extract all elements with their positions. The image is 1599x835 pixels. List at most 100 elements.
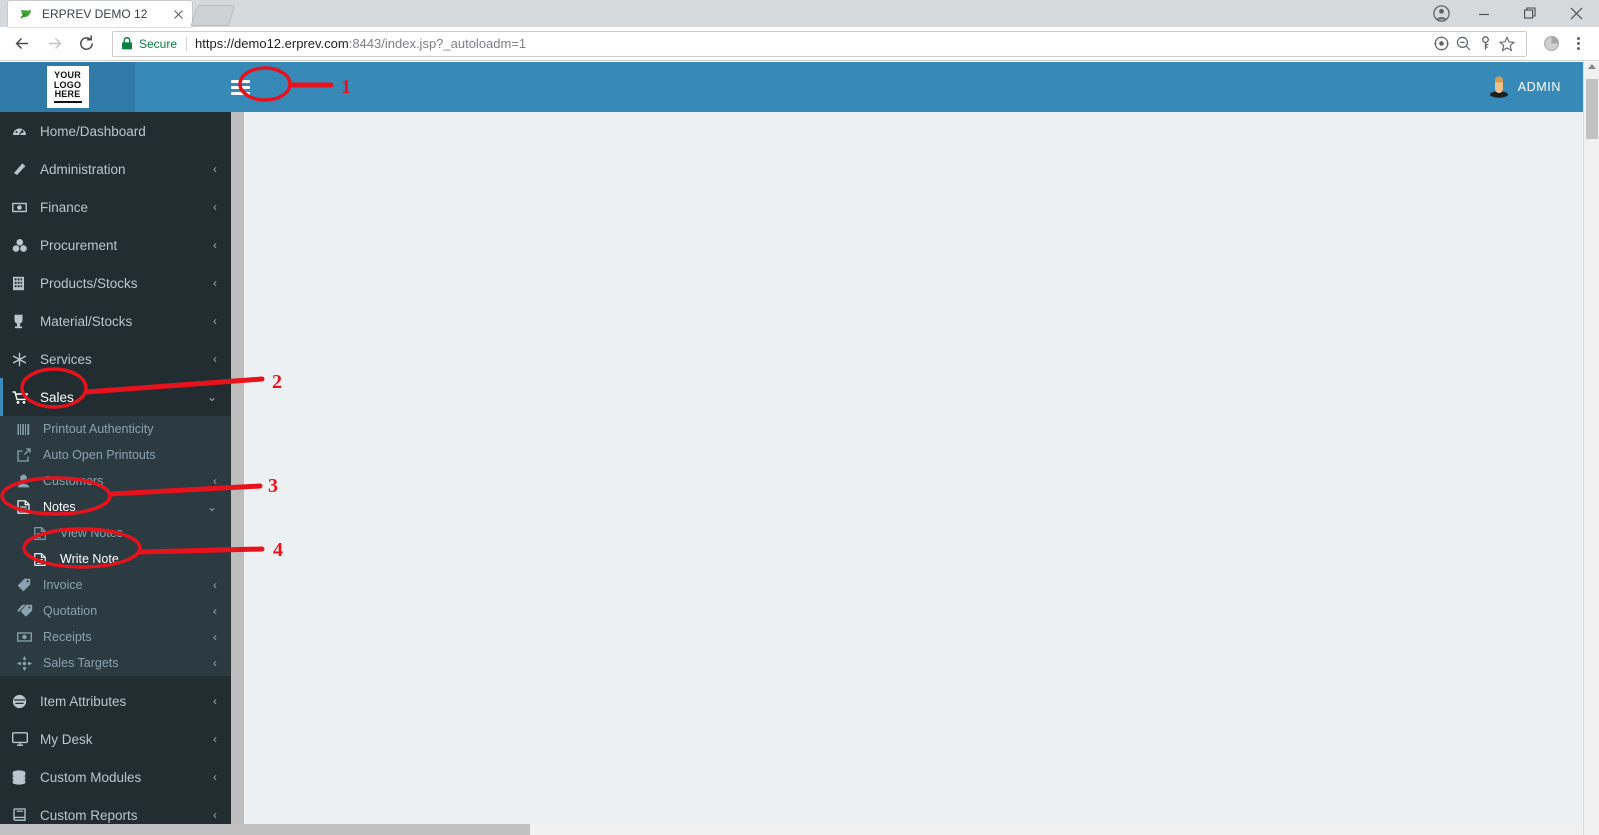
page-horizontal-scrollbar[interactable] xyxy=(0,824,1583,835)
sidebar-item-label: Quotation xyxy=(43,604,98,618)
money-icon xyxy=(17,630,37,644)
cart-icon xyxy=(12,390,34,405)
circle-lines-icon xyxy=(12,694,34,709)
user-icon xyxy=(17,474,37,488)
chevron-icon: ‹ xyxy=(213,474,217,488)
extension-icon[interactable] xyxy=(1537,30,1565,58)
sidebar-item-services[interactable]: Services ‹ xyxy=(0,340,231,378)
database-icon xyxy=(12,769,34,785)
sidebar-item-write-note[interactable]: Write Note xyxy=(0,546,231,572)
main-content-area xyxy=(244,112,1583,827)
sidebar-item-administration[interactable]: Administration ‹ xyxy=(0,150,231,188)
sidebar-item-label: Write Note xyxy=(60,552,119,566)
page-vertical-scrollbar[interactable] xyxy=(1583,62,1599,835)
header-user-area[interactable]: ADMIN xyxy=(1489,76,1561,98)
sidebar-item-label: Home/Dashboard xyxy=(40,123,146,139)
sidebar-item-material-stocks[interactable]: Material/Stocks ‹ xyxy=(0,302,231,340)
new-tab-button[interactable] xyxy=(190,5,236,26)
sidebar-item-home-dashboard[interactable]: Home/Dashboard xyxy=(0,112,231,150)
chevron-down-icon: ⌄ xyxy=(206,390,217,404)
external-link-icon xyxy=(17,448,37,462)
sidebar-item-sales-targets[interactable]: Sales Targets ‹ xyxy=(0,650,231,676)
close-icon[interactable] xyxy=(170,6,186,22)
sidebar-item-label: Customers xyxy=(43,474,104,488)
bookmark-star-icon[interactable] xyxy=(1496,33,1518,55)
page-viewport: YOUR LOGO HERE ADMIN Home/Dashboard Admi… xyxy=(0,62,1599,835)
sidebar-item-label: Administration xyxy=(40,161,126,177)
sidebar-item-label: Custom Modules xyxy=(40,769,142,785)
dashboard-icon xyxy=(12,124,34,139)
sidebar-item-procurement[interactable]: Procurement ‹ xyxy=(0,226,231,264)
chevron-icon: ‹ xyxy=(213,808,217,822)
sidebar-item-printout-authenticity[interactable]: Printout Authenticity xyxy=(0,416,231,442)
tag-icon xyxy=(17,578,37,592)
sidebar-item-finance[interactable]: Finance ‹ xyxy=(0,188,231,226)
sidebar-item-custom-modules[interactable]: Custom Modules ‹ xyxy=(0,758,231,796)
sidebar-scrollbar-thumb[interactable] xyxy=(231,112,244,835)
money-icon xyxy=(12,200,34,215)
chevron-icon: ‹ xyxy=(213,238,217,252)
sidebar-item-invoice[interactable]: Invoice ‹ xyxy=(0,572,231,598)
tab-strip: ERPREV DEMO 12 xyxy=(0,0,1599,27)
sidebar-item-label: Printout Authenticity xyxy=(43,422,154,436)
page-scrollbar-thumb[interactable] xyxy=(1586,79,1598,139)
sidebar-item-label: Notes xyxy=(43,500,76,514)
chevron-icon: ‹ xyxy=(213,656,217,670)
logo-line-3: HERE xyxy=(54,89,81,100)
chevron-icon: ‹ xyxy=(213,578,217,592)
crosshair-icon xyxy=(17,655,37,671)
note-icon xyxy=(34,552,54,566)
sidebar-item-receipts[interactable]: Receipts ‹ xyxy=(0,624,231,650)
browser-toolbar: Secure https://demo12.erprev.com:8443/in… xyxy=(0,27,1599,61)
sidebar-item-label: Auto Open Printouts xyxy=(43,448,156,462)
sidebar-item-label: Receipts xyxy=(43,630,92,644)
hamburger-menu-icon[interactable] xyxy=(231,76,257,98)
sidebar-item-item-attributes[interactable]: Item Attributes ‹ xyxy=(0,682,231,720)
horizontal-scrollbar-thumb[interactable] xyxy=(0,824,530,835)
scroll-up-arrow-icon[interactable] xyxy=(1588,64,1596,69)
address-bar[interactable]: Secure https://demo12.erprev.com:8443/in… xyxy=(112,30,1527,57)
zoom-out-icon[interactable] xyxy=(1452,33,1474,55)
sidebar-item-products-stocks[interactable]: Products/Stocks ‹ xyxy=(0,264,231,302)
admin-label: ADMIN xyxy=(1517,80,1561,94)
sidebar-item-label: Material/Stocks xyxy=(40,313,133,329)
note-icon xyxy=(34,526,54,540)
sidebar-item-my-desk[interactable]: My Desk ‹ xyxy=(0,720,231,758)
notes-submenu: View Notes Write Note xyxy=(0,520,231,572)
chevron-icon: ‹ xyxy=(213,314,217,328)
cast-icon[interactable] xyxy=(1430,33,1452,55)
sidebar-item-customers[interactable]: Customers ‹ xyxy=(0,468,231,494)
reload-icon[interactable] xyxy=(72,30,100,58)
erprev-leaf-icon xyxy=(18,6,34,22)
maximize-button[interactable] xyxy=(1507,0,1553,27)
sidebar-item-view-notes[interactable]: View Notes xyxy=(0,520,231,546)
chevron-down-icon: ⌄ xyxy=(206,500,217,514)
sidebar-item-label: Finance xyxy=(40,199,89,215)
logo-rule xyxy=(53,100,82,103)
three-dot-menu[interactable] xyxy=(1565,30,1591,58)
barcode-icon xyxy=(17,423,37,436)
key-icon[interactable] xyxy=(1474,33,1496,55)
forward-icon xyxy=(40,30,68,58)
sidebar-scrollbar[interactable] xyxy=(231,112,244,835)
browser-window: ERPREV DEMO 12 Secure https://demo12.erp… xyxy=(0,0,1599,835)
minimize-button[interactable] xyxy=(1461,0,1507,27)
sidebar-item-auto-open-printouts[interactable]: Auto Open Printouts xyxy=(0,442,231,468)
back-icon[interactable] xyxy=(8,30,36,58)
sidebar-item-label: View Notes xyxy=(60,526,123,540)
sidebar-item-quotation[interactable]: Quotation ‹ xyxy=(0,598,231,624)
profile-icon[interactable] xyxy=(1421,0,1461,27)
chevron-icon: ‹ xyxy=(213,162,217,176)
sidebar-item-sales[interactable]: Sales ⌄ xyxy=(0,378,231,416)
security-label: Secure xyxy=(139,35,188,52)
app-logo: YOUR LOGO HERE xyxy=(46,66,89,108)
snowflake-icon xyxy=(12,352,34,367)
user-avatar-icon xyxy=(1489,76,1509,98)
sales-submenu: Printout Authenticity Auto Open Printout… xyxy=(0,416,231,676)
chevron-icon: ‹ xyxy=(213,604,217,618)
window-controls xyxy=(1421,0,1599,27)
close-window-button[interactable] xyxy=(1553,0,1599,27)
sidebar-item-notes[interactable]: Notes ⌄ xyxy=(0,494,231,520)
browser-tab[interactable]: ERPREV DEMO 12 xyxy=(8,1,192,27)
procurement-icon xyxy=(12,238,34,253)
